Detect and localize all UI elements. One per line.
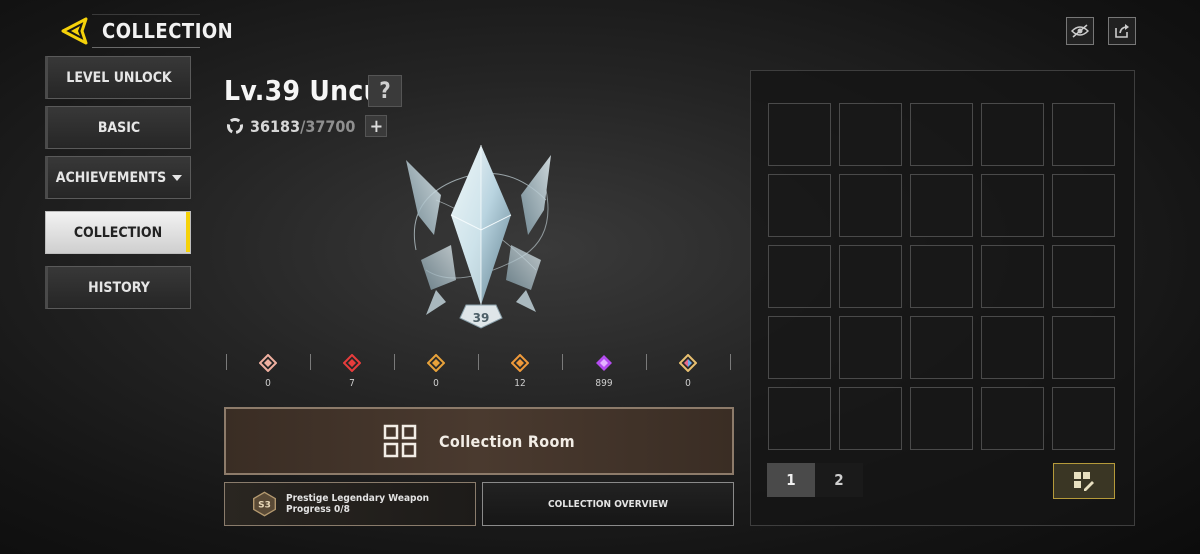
prestige-progress-button[interactable]: S3 Prestige Legendary Weapon Progress 0/…: [224, 482, 476, 526]
sidebar-item-label: ACHIEVEMENTS: [55, 169, 167, 186]
share-icon: [1115, 24, 1129, 38]
collection-slot[interactable]: [768, 245, 831, 308]
collection-room-label: Collection Room: [439, 431, 575, 451]
collection-room-button[interactable]: Collection Room: [224, 407, 734, 475]
xp-current: 36183: [250, 116, 301, 136]
purple-gem-icon: [596, 355, 612, 371]
stat-value: 899: [595, 378, 613, 389]
page-tabs: 1 2: [767, 463, 863, 497]
collection-slot[interactable]: [910, 387, 973, 450]
collection-slot[interactable]: [1052, 245, 1115, 308]
sidebar-item-label: COLLECTION: [73, 224, 163, 241]
share-button[interactable]: [1108, 17, 1136, 45]
collection-slot[interactable]: [1052, 387, 1115, 450]
collection-slot[interactable]: [910, 174, 973, 237]
gem-stats: 0 7 0 12 899 0: [224, 352, 734, 398]
stat-value: 0: [265, 378, 271, 389]
collection-slot[interactable]: [768, 174, 831, 237]
gold-gem-icon: [427, 354, 445, 372]
stat-value: 7: [349, 378, 355, 389]
white-gem-icon: [259, 354, 277, 372]
page-tab-2[interactable]: 2: [815, 463, 863, 497]
collection-slot[interactable]: [839, 174, 902, 237]
sidebar-item-label: LEVEL UNLOCK: [66, 69, 172, 86]
multicolor-gem-icon: [679, 354, 697, 372]
collection-slot[interactable]: [910, 316, 973, 379]
collection-slot[interactable]: [1052, 174, 1115, 237]
stat-orange: 12: [478, 352, 562, 398]
stat-red: 7: [310, 352, 394, 398]
prestige-badge-icon: S3: [253, 491, 276, 517]
prestige-progress-label: Prestige Legendary Weapon Progress 0/8: [286, 493, 430, 515]
back-button[interactable]: [58, 14, 92, 48]
collection-slot[interactable]: [910, 103, 973, 166]
collection-slot[interactable]: [839, 387, 902, 450]
stat-gold: 0: [394, 352, 478, 398]
collection-slot[interactable]: [768, 316, 831, 379]
collection-slot[interactable]: [981, 174, 1044, 237]
collection-slot[interactable]: [981, 103, 1044, 166]
xp-progress: 36183/37700 +: [226, 115, 388, 137]
collection-slot[interactable]: [1052, 103, 1115, 166]
collection-slot[interactable]: [839, 245, 902, 308]
page-title: COLLECTION: [92, 14, 233, 48]
edit-layout-button[interactable]: [1053, 463, 1115, 499]
active-indicator: [186, 212, 190, 252]
help-button[interactable]: ?: [368, 75, 402, 107]
collection-slot[interactable]: [981, 316, 1044, 379]
add-xp-button[interactable]: +: [365, 115, 388, 137]
collection-slot[interactable]: [981, 245, 1044, 308]
stat-value: 12: [514, 378, 526, 389]
collection-slot[interactable]: [981, 387, 1044, 450]
collection-slot[interactable]: [910, 245, 973, 308]
crystal-emblem: 39: [406, 145, 551, 329]
collection-slot[interactable]: [1052, 316, 1115, 379]
sidebar-item-history[interactable]: HISTORY: [45, 266, 191, 309]
red-gem-icon: [343, 354, 361, 372]
collection-overview-button[interactable]: COLLECTION OVERVIEW: [482, 482, 734, 526]
collection-slot[interactable]: [768, 387, 831, 450]
xp-max: /37700: [300, 116, 356, 136]
grid-icon: [383, 424, 417, 458]
collection-slot[interactable]: [768, 103, 831, 166]
prestige-badge-text: S3: [258, 501, 271, 511]
page-tab-1[interactable]: 1: [767, 463, 815, 497]
sidebar-item-basic[interactable]: BASIC: [45, 106, 191, 149]
xp-icon: [227, 118, 243, 134]
collection-slot[interactable]: [839, 316, 902, 379]
stat-white: 0: [226, 352, 310, 398]
caret-down-icon: [172, 174, 183, 181]
hide-icon: [1071, 24, 1089, 38]
back-arrow-icon: [61, 17, 88, 45]
emblem-level-badge: 39: [473, 311, 490, 325]
stat-value: 0: [685, 378, 691, 389]
sidebar-item-collection[interactable]: COLLECTION: [45, 211, 191, 254]
edit-grid-icon: [1074, 472, 1094, 491]
sidebar-item-achievements[interactable]: ACHIEVEMENTS: [45, 156, 191, 199]
hide-button[interactable]: [1066, 17, 1094, 45]
sidebar-item-label: HISTORY: [88, 279, 150, 296]
collection-slot[interactable]: [839, 103, 902, 166]
stat-value: 0: [433, 378, 439, 389]
orange-gem-icon: [511, 354, 529, 372]
stat-multicolor: 0: [646, 352, 730, 398]
sidebar-item-level-unlock[interactable]: LEVEL UNLOCK: [45, 56, 191, 99]
sidebar-item-label: BASIC: [97, 119, 141, 136]
stat-purple: 899: [562, 352, 646, 398]
